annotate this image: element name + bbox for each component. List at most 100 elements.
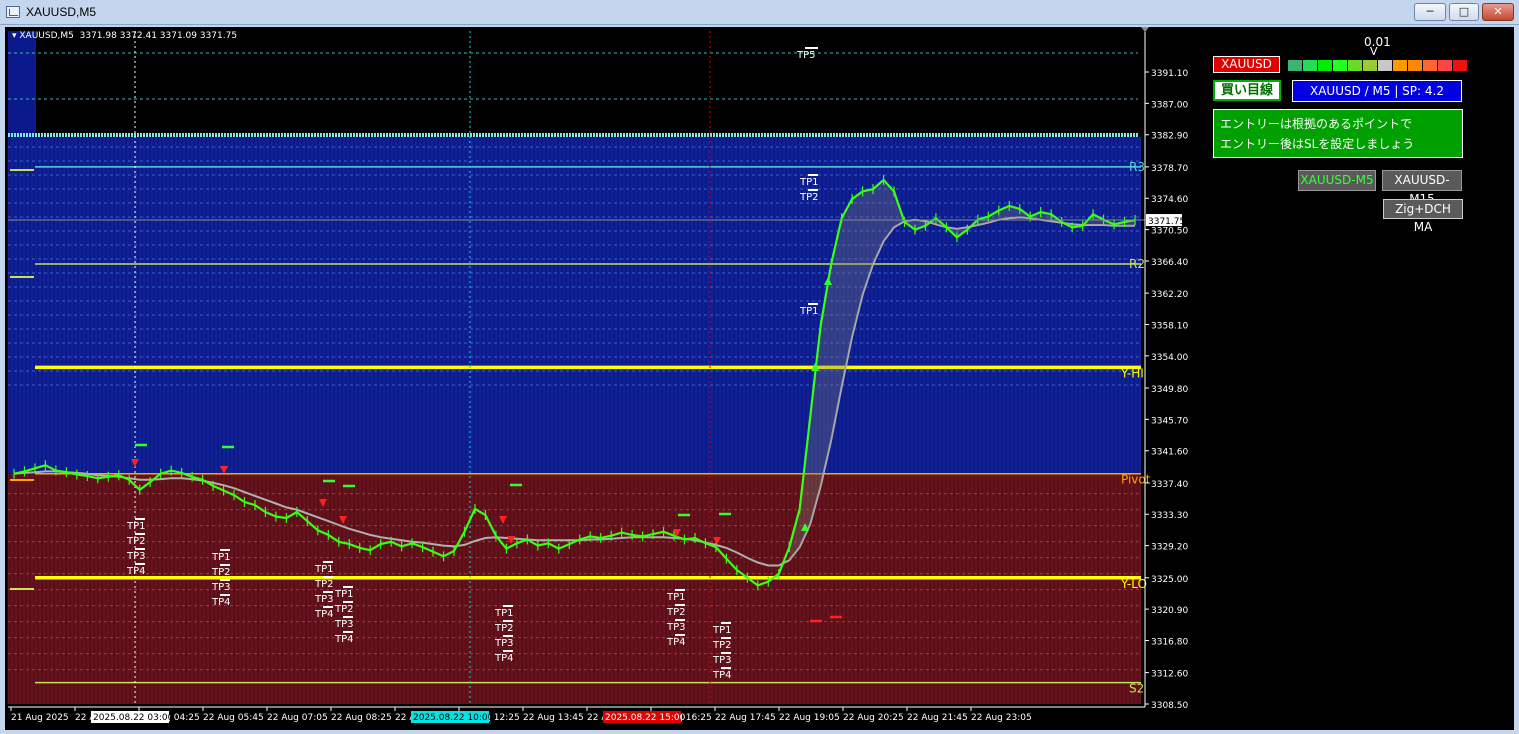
- tp-label: TP3: [666, 622, 686, 633]
- tp5-label: TP5: [796, 50, 816, 61]
- strength-cell: [1378, 60, 1392, 71]
- strength-cell: [1408, 60, 1422, 71]
- tp-label: TP4: [126, 566, 146, 577]
- window-titlebar: XAUUSD,M5 ─ □ ✕: [0, 0, 1519, 25]
- entry-message: エントリーは根拠のあるポイントで エントリー後はSLを設定しましょう: [1213, 109, 1463, 158]
- buy-bias-label: 買い目線: [1213, 80, 1281, 101]
- strength-meter: [1288, 56, 1468, 75]
- price-tick-label: 3387.00: [1151, 100, 1188, 110]
- tp-label: TP1: [799, 306, 819, 317]
- level-label-y-lo: Y-LO: [1120, 577, 1147, 591]
- price-tick-label: 3378.70: [1151, 164, 1188, 174]
- tf-m15-button[interactable]: XAUUSD-M15: [1382, 170, 1462, 206]
- strength-cell: [1363, 60, 1377, 71]
- chart-window-icon: [6, 6, 20, 18]
- time-tick-label: 22 Aug 07:05: [267, 713, 328, 723]
- price-tick-label: 3382.90: [1151, 132, 1188, 142]
- price-tick-label: 3341.60: [1151, 448, 1188, 458]
- tp-label: TP2: [494, 623, 514, 634]
- spread-label: XAUUSD / M5 | SP: 4.2: [1292, 80, 1462, 102]
- tp-label: TP4: [666, 637, 686, 648]
- tp-label: TP4: [211, 597, 231, 608]
- strength-cell: [1438, 60, 1452, 71]
- time-tick-label: 22 Aug 21:45: [907, 713, 968, 723]
- strength-cell: [1303, 60, 1317, 71]
- price-tick-label: 3329.20: [1151, 543, 1188, 553]
- tp-label: TP3: [712, 655, 732, 666]
- tp-label: TP2: [126, 536, 146, 547]
- price-tick-label: 3308.50: [1151, 701, 1188, 711]
- strength-cell: [1333, 60, 1347, 71]
- tp-label: TP1: [666, 592, 686, 603]
- time-tick-label: 22 Aug 23:05: [971, 713, 1032, 723]
- tp-label: TP2: [334, 604, 354, 615]
- price-tick-label: 3345.70: [1151, 416, 1188, 426]
- tp-label: TP4: [712, 670, 732, 681]
- strength-cell: [1453, 60, 1467, 71]
- level-label-r3: R3: [1129, 160, 1145, 174]
- strength-cell: [1288, 60, 1302, 71]
- time-tick-label: 22 Aug 13:45: [523, 713, 584, 723]
- tp-label: TP1: [334, 589, 354, 600]
- price-tick-label: 3374.60: [1151, 195, 1188, 205]
- tp-label: TP1: [712, 625, 732, 636]
- chart-ohlc: 3371.98 3372.41 3371.09 3371.75: [79, 31, 238, 41]
- chart-header: ▾ XAUUSD,M5 3371.98 3372.41 3371.09 3371…: [12, 31, 238, 41]
- current-price-label: 3371.75: [1148, 217, 1185, 227]
- tp-label: TP2: [666, 607, 686, 618]
- minimize-button[interactable]: ─: [1414, 3, 1446, 21]
- strength-cell: [1423, 60, 1437, 71]
- strength-cell: [1393, 60, 1407, 71]
- time-marker-label: 2025.08.22 10:00: [413, 713, 494, 723]
- indicator-button[interactable]: Zig+DCH MA: [1383, 199, 1463, 234]
- price-tick-label: 3366.40: [1151, 258, 1188, 268]
- price-tick-label: 3320.90: [1151, 606, 1188, 616]
- tp-label: TP1: [211, 552, 231, 563]
- symbol-label: XAUUSD: [1213, 56, 1280, 73]
- tp-label: TP4: [494, 653, 514, 664]
- level-label-y-hi: Y-HI: [1120, 366, 1144, 380]
- tp-label: TP4: [314, 609, 334, 620]
- tp-label: TP3: [126, 551, 146, 562]
- entry-message-line-2: エントリー後はSLを設定しましょう: [1220, 137, 1415, 151]
- bull-zone: [8, 137, 1141, 474]
- tp-label: TP2: [799, 192, 819, 203]
- level-label-pivot: Pivot: [1121, 473, 1151, 487]
- price-tick-label: 3337.40: [1151, 480, 1188, 490]
- time-marker-label: 2025.08.22 15:00: [605, 713, 686, 723]
- level-label-s2: S2: [1129, 682, 1144, 696]
- time-tick-label: 22 Aug 17:45: [715, 713, 776, 723]
- tf-m5-button[interactable]: XAUUSD-M5: [1298, 170, 1376, 191]
- time-tick-label: 22 Aug 08:25: [331, 713, 392, 723]
- level-label-r2: R2: [1129, 257, 1145, 271]
- tp-label: TP4: [334, 634, 354, 645]
- entry-message-line-1: エントリーは根拠のあるポイントで: [1220, 117, 1413, 131]
- price-tick-label: 3312.60: [1151, 670, 1188, 680]
- price-tick-label: 3358.10: [1151, 321, 1188, 331]
- time-marker-label: 2025.08.22 03:00: [93, 713, 174, 723]
- tp-label: TP1: [314, 564, 334, 575]
- price-tick-label: 3362.20: [1151, 290, 1188, 300]
- tp-label: TP2: [314, 579, 334, 590]
- price-tick-label: 3333.30: [1151, 511, 1188, 521]
- price-tick-label: 3325.00: [1151, 575, 1188, 585]
- restore-button[interactable]: □: [1449, 3, 1479, 21]
- time-tick-label: 22 Aug 19:05: [779, 713, 840, 723]
- price-tick-label: 3370.50: [1151, 227, 1188, 237]
- price-tick-label: 3354.00: [1151, 353, 1188, 363]
- time-tick-label: 22 Aug 20:25: [843, 713, 904, 723]
- price-tick-label: 3316.80: [1151, 637, 1188, 647]
- tp-label: TP3: [494, 638, 514, 649]
- close-button[interactable]: ✕: [1482, 3, 1514, 21]
- tp-label: TP2: [211, 567, 231, 578]
- window-title: XAUUSD,M5: [26, 5, 97, 19]
- chart-symbol: XAUUSD,M5: [19, 31, 74, 41]
- tp-label: TP1: [126, 521, 146, 532]
- tp-label: TP2: [712, 640, 732, 651]
- price-tick-label: 3349.80: [1151, 385, 1188, 395]
- price-tick-label: 3391.10: [1151, 69, 1188, 79]
- strength-cell: [1318, 60, 1332, 71]
- strength-cell: [1348, 60, 1362, 71]
- tp-label: TP3: [211, 582, 231, 593]
- time-tick-label: 22 Aug 05:45: [203, 713, 264, 723]
